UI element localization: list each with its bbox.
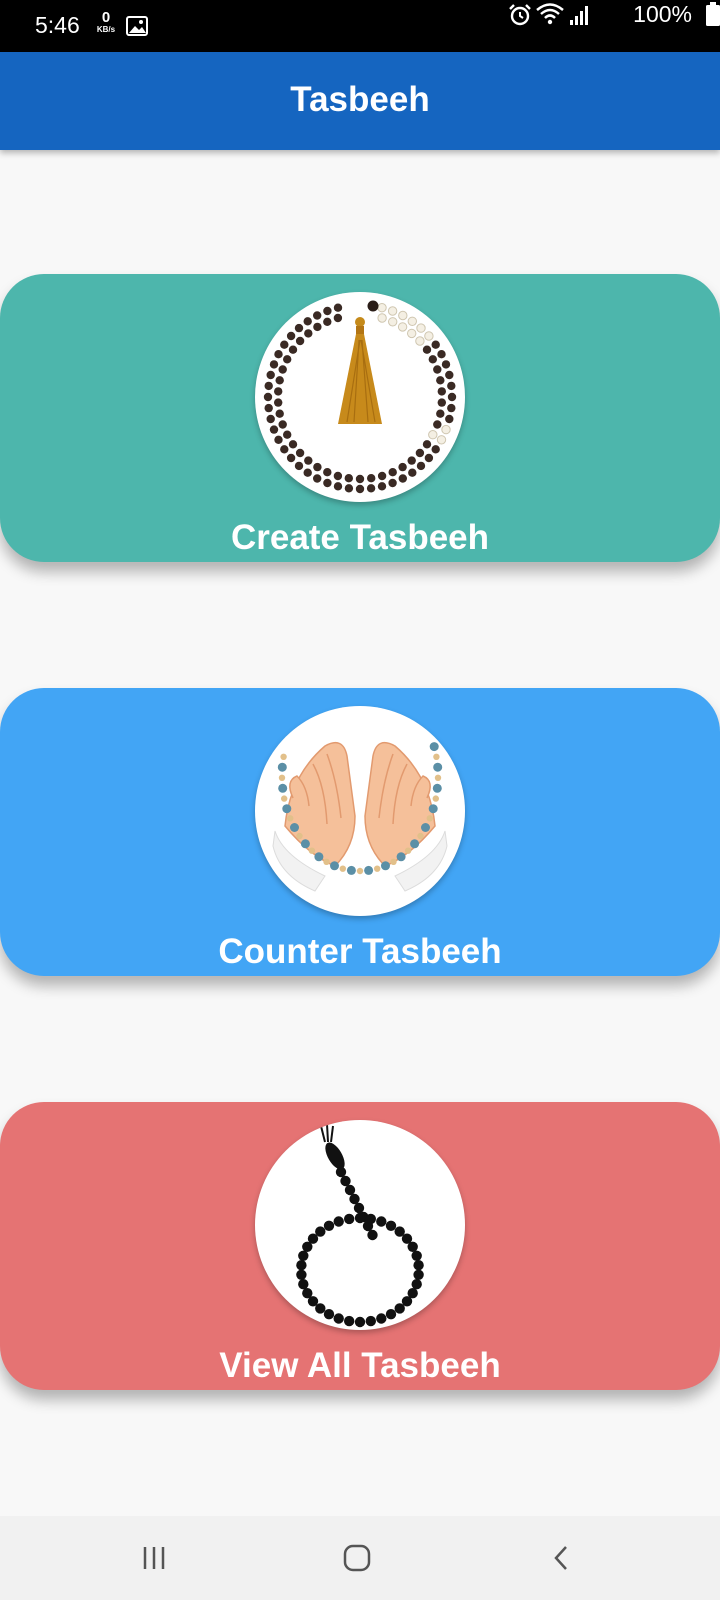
view-all-tasbeeh-button[interactable]: View All Tasbeeh <box>0 1102 720 1390</box>
network-speed-value: 0 <box>101 9 111 26</box>
counter-tasbeeh-label: Counter Tasbeeh <box>218 932 502 971</box>
tasbeeh-beads-tassel-icon <box>263 300 457 494</box>
view-all-tasbeeh-image <box>255 1120 465 1330</box>
app-title: Tasbeeh <box>290 80 430 119</box>
status-time: 5:46 <box>35 12 80 38</box>
counter-tasbeeh-button[interactable]: Counter Tasbeeh <box>0 688 720 976</box>
view-all-tasbeeh-label: View All Tasbeeh <box>219 1346 501 1385</box>
create-tasbeeh-button[interactable]: Create Tasbeeh <box>0 274 720 562</box>
signal-icon <box>568 4 590 31</box>
network-speed-unit: KB/s <box>96 25 116 34</box>
back-icon[interactable] <box>548 1544 576 1577</box>
recent-apps-icon[interactable] <box>140 1544 168 1577</box>
hanging-beads-icon <box>296 1123 424 1328</box>
create-tasbeeh-label: Create Tasbeeh <box>230 518 490 557</box>
home-icon[interactable] <box>343 1544 371 1577</box>
praying-hands-beads-icon <box>272 741 448 892</box>
wifi-icon <box>535 2 565 31</box>
status-bar: 5:46 0 KB/s 100% <box>0 0 720 52</box>
create-tasbeeh-image <box>255 292 465 502</box>
battery-icon <box>706 2 720 31</box>
gallery-icon <box>126 16 148 41</box>
alarm-icon <box>508 3 532 32</box>
counter-tasbeeh-image <box>255 706 465 916</box>
app-bar: Tasbeeh <box>0 52 720 150</box>
network-speed: 0 KB/s <box>92 10 120 34</box>
battery-percent: 100% <box>633 1 692 27</box>
navigation-bar <box>0 1516 720 1600</box>
